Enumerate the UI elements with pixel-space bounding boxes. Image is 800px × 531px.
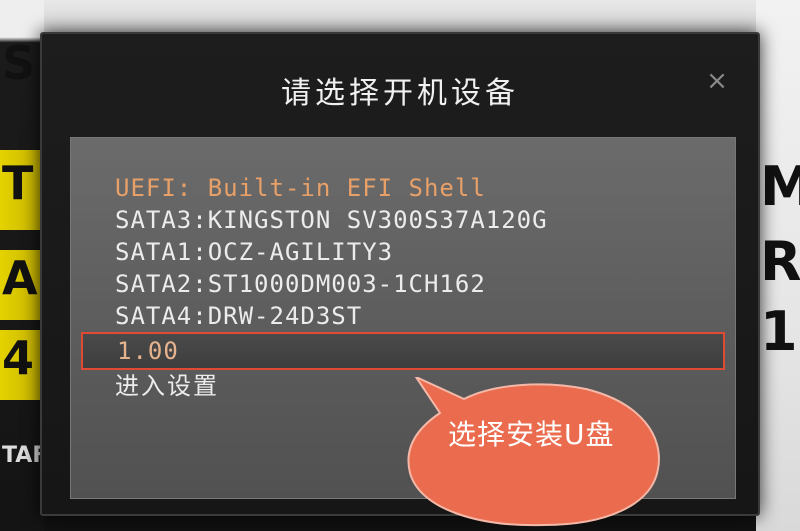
background-left-strip: S T A 4 TAF xyxy=(0,0,47,531)
background-mark: S xyxy=(2,36,36,90)
boot-item-usb-selected[interactable]: 1.00 xyxy=(81,332,725,370)
background-mark: M xyxy=(760,155,800,218)
background-right-strip: M R 1 xyxy=(756,0,800,531)
close-button[interactable]: × xyxy=(702,66,732,96)
background-mark: T xyxy=(2,156,34,210)
boot-device-list: UEFI: Built-in EFI Shell SATA3:KINGSTON … xyxy=(71,172,735,402)
background-mark: 1 xyxy=(760,300,798,363)
background-mark: A xyxy=(2,251,38,305)
dialog-title: 请选择开机设备 xyxy=(281,76,519,111)
boot-item-sata3[interactable]: SATA3:KINGSTON SV300S37A120G xyxy=(71,204,735,236)
boot-item-sata2[interactable]: SATA2:ST1000DM003-1CH162 xyxy=(71,268,735,300)
boot-item-sata4[interactable]: SATA4:DRW-24D3ST xyxy=(71,300,735,332)
background-mark: 4 xyxy=(2,331,35,385)
annotation-callout: 选择安装U盘 xyxy=(406,377,666,527)
close-icon: × xyxy=(706,66,728,96)
boot-item-uefi-shell[interactable]: UEFI: Built-in EFI Shell xyxy=(71,172,735,204)
annotation-text: 选择安装U盘 xyxy=(448,418,615,451)
background-mark: R xyxy=(760,230,800,293)
boot-item-sata1[interactable]: SATA1:OCZ-AGILITY3 xyxy=(71,236,735,268)
